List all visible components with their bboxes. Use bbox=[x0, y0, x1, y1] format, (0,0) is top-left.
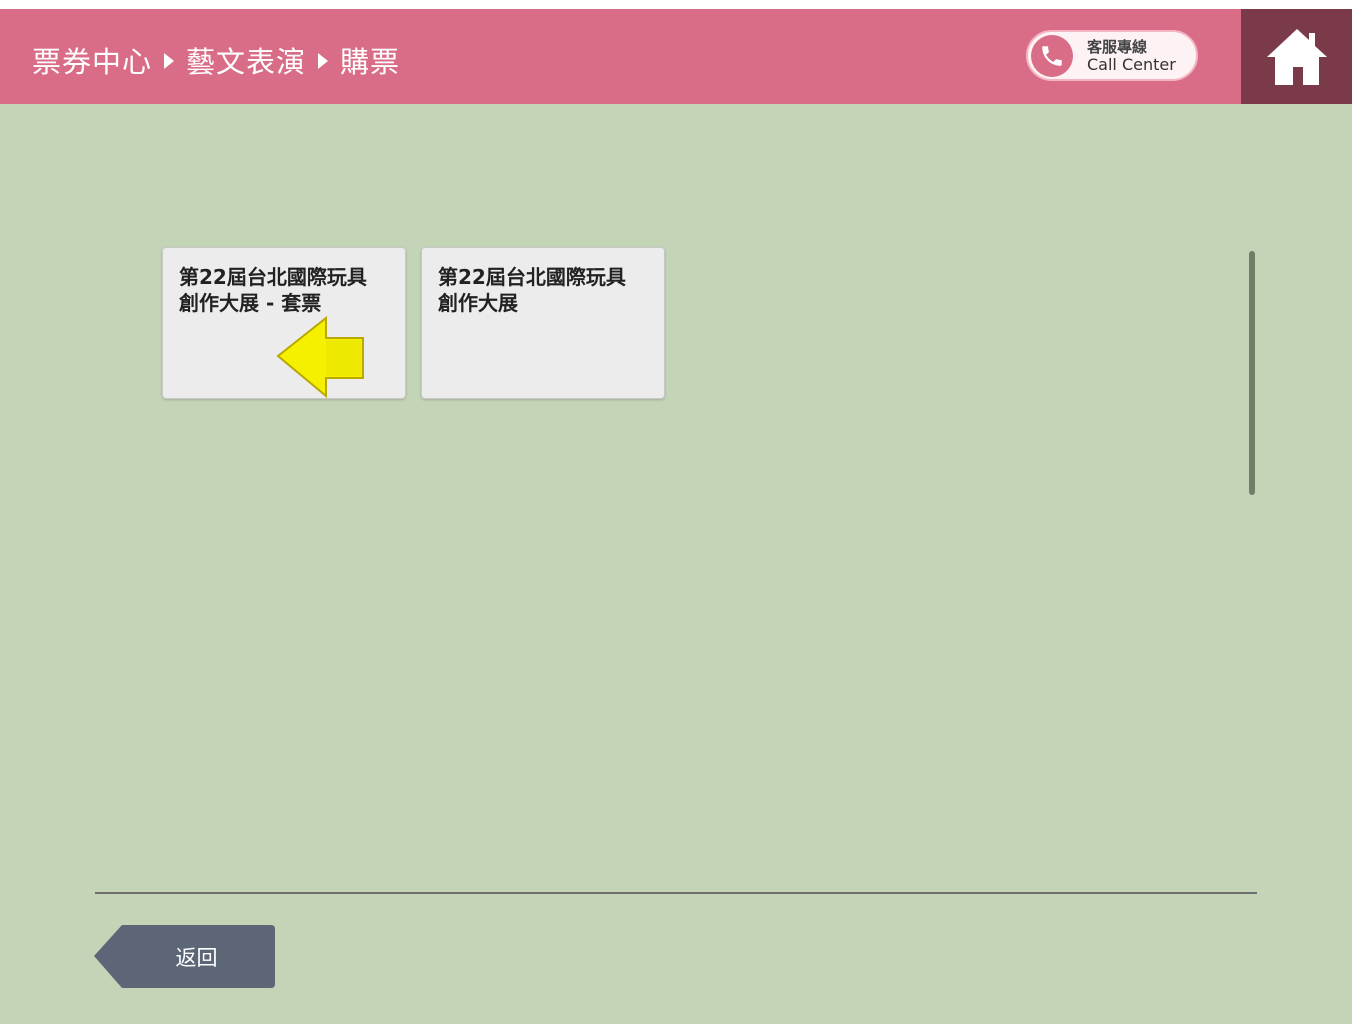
breadcrumb-separator-icon bbox=[164, 53, 175, 69]
event-title-line-1: 第22屆台北國際玩具 bbox=[438, 265, 626, 289]
event-title-line-2: 創作大展 - 套票 bbox=[179, 291, 322, 315]
top-strip bbox=[0, 0, 1352, 9]
home-icon bbox=[1266, 28, 1327, 85]
pointer-arrow-icon bbox=[276, 316, 364, 398]
breadcrumb-separator-icon bbox=[318, 53, 329, 69]
breadcrumb-item-performances[interactable]: 藝文表演 bbox=[186, 39, 306, 81]
scrollbar[interactable] bbox=[1249, 251, 1255, 495]
breadcrumb: 票券中心 藝文表演 購票 bbox=[32, 39, 400, 81]
phone-icon bbox=[1031, 34, 1073, 77]
footer-divider bbox=[95, 892, 1257, 894]
breadcrumb-item-buy-ticket: 購票 bbox=[340, 45, 401, 79]
event-card-label: 第22屆台北國際玩具 創作大展 - 套票 bbox=[179, 264, 393, 316]
call-center-label-zh: 客服專線 bbox=[1087, 37, 1148, 56]
event-card-single[interactable]: 第22屆台北國際玩具 創作大展 bbox=[421, 247, 665, 399]
call-center-button[interactable]: 客服專線 Call Center bbox=[1026, 30, 1198, 81]
call-center-label-en: Call Center bbox=[1087, 54, 1176, 74]
event-card-label: 第22屆台北國際玩具 創作大展 bbox=[438, 264, 652, 316]
header-bar: 票券中心 藝文表演 購票 客服專線 Call Center bbox=[0, 9, 1352, 104]
breadcrumb-item-ticket-center[interactable]: 票券中心 bbox=[32, 39, 152, 81]
home-button[interactable] bbox=[1241, 9, 1352, 104]
event-title-line-2: 創作大展 bbox=[438, 291, 518, 315]
event-title-line-1: 第22屆台北國際玩具 bbox=[179, 265, 367, 289]
app-window: 票券中心 藝文表演 購票 客服專線 Call Center 第22屆台北國際玩具 bbox=[0, 0, 1352, 1024]
back-button[interactable] bbox=[94, 925, 275, 988]
